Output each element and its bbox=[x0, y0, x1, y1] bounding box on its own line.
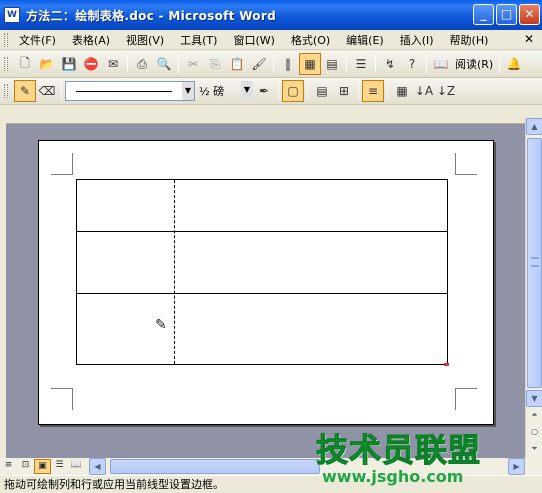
tables-borders-icon[interactable]: ▦ bbox=[299, 53, 321, 75]
menu-bar: 文件(F) 表格(A) 视图(V) 工具(T) 窗口(W) 格式(O) 编辑(E… bbox=[0, 30, 542, 50]
scroll-up-icon[interactable]: ▲ bbox=[526, 118, 542, 135]
watermark-main-text: 技术员联盟 bbox=[316, 431, 482, 470]
document-page[interactable]: ✎ bbox=[38, 140, 494, 425]
standard-toolbar: 🗋 📂 💾 ⛔ ✉ ⎙ 🔍 ✂ ⎘ 📋 🖌 ‖ ▦ ▤ ☰ ↯ ? 📖 阅读(R… bbox=[0, 51, 542, 78]
border-color-icon[interactable]: ✒ bbox=[253, 80, 275, 102]
open-icon[interactable]: 📂 bbox=[36, 53, 58, 75]
status-text: 拖动可绘制列和行或应用当前线型设置边框。 bbox=[4, 478, 224, 491]
table-row-border bbox=[77, 293, 447, 294]
email-icon[interactable]: ✉ bbox=[102, 53, 124, 75]
eraser-icon[interactable]: ⌫ bbox=[36, 80, 58, 102]
normal-view-icon[interactable]: ≡ bbox=[0, 459, 17, 474]
word-app-icon[interactable]: W bbox=[4, 7, 20, 23]
vertical-scrollbar[interactable]: ▲ ▼ ⏶ ○ ⏷ bbox=[525, 118, 542, 458]
format-painter-icon[interactable]: 🖌 bbox=[248, 53, 270, 75]
sort-ascending-icon[interactable]: ↓A bbox=[413, 80, 435, 102]
corner-mark bbox=[51, 388, 73, 410]
columns-icon[interactable]: ☰ bbox=[350, 53, 372, 75]
help-icon[interactable]: ? bbox=[401, 53, 423, 75]
previous-page-icon[interactable]: ⏶ bbox=[526, 407, 542, 424]
insert-table-icon[interactable]: ▤ bbox=[321, 53, 343, 75]
paste-icon[interactable]: 📋 bbox=[226, 53, 248, 75]
menu-table[interactable]: 表格(A) bbox=[67, 32, 115, 48]
menu-window[interactable]: 窗口(W) bbox=[228, 32, 279, 48]
horizontal-ruler bbox=[0, 118, 525, 124]
permission-icon[interactable]: ⛔ bbox=[80, 53, 102, 75]
toolbar2-grip-icon[interactable] bbox=[4, 84, 8, 98]
line-style-select[interactable]: ▼ bbox=[65, 81, 195, 101]
web-view-icon[interactable]: ⊡ bbox=[17, 459, 34, 474]
horizontal-scroll-thumb[interactable] bbox=[110, 459, 320, 474]
reading-view-icon[interactable]: 📖 bbox=[68, 459, 85, 474]
watermark-url: www.jsgho.com bbox=[322, 467, 464, 486]
scroll-down-icon[interactable]: ▼ bbox=[526, 390, 542, 407]
save-icon[interactable]: 💾 bbox=[58, 53, 80, 75]
reading-icon[interactable]: 📖 bbox=[430, 53, 452, 75]
next-page-icon[interactable]: ⏷ bbox=[526, 441, 542, 458]
end-cell-marker bbox=[444, 363, 449, 366]
print-layout-icon[interactable]: ▣ bbox=[34, 459, 51, 474]
menu-edit[interactable]: 编辑(E) bbox=[341, 32, 389, 48]
chevron-down-icon[interactable]: ▼ bbox=[182, 82, 194, 100]
window-title: 方法二：绘制表格.doc - Microsoft Word bbox=[26, 8, 276, 23]
line-weight-value: ½ 磅 bbox=[199, 85, 225, 98]
new-icon[interactable]: 🗋 bbox=[14, 53, 36, 75]
outline-view-icon[interactable]: ☰ bbox=[51, 459, 68, 474]
cut-icon[interactable]: ✂ bbox=[182, 53, 204, 75]
minimize-button[interactable]: _ bbox=[473, 4, 494, 25]
vertical-scroll-thumb[interactable] bbox=[527, 138, 542, 388]
chevron-down-icon[interactable]: ▼ bbox=[241, 81, 253, 99]
close-document-icon[interactable]: ✕ bbox=[524, 32, 534, 46]
vertical-ruler bbox=[0, 118, 6, 458]
title-bar: W 方法二：绘制表格.doc - Microsoft Word _ □ ✕ bbox=[0, 0, 542, 30]
sort-descending-icon[interactable]: ↓Z bbox=[435, 80, 457, 102]
line-weight-select[interactable]: ½ 磅 ▼ bbox=[195, 81, 253, 101]
menu-tools[interactable]: 工具(T) bbox=[175, 32, 222, 48]
corner-mark bbox=[455, 388, 477, 410]
insert-table-menu-icon[interactable]: ▤ bbox=[311, 80, 333, 102]
select-browse-object-icon[interactable]: ○ bbox=[526, 424, 542, 441]
toolbar-grip-icon[interactable] bbox=[4, 57, 8, 71]
show-hide-icon[interactable]: ‖ bbox=[277, 53, 299, 75]
column-guide-line bbox=[174, 180, 175, 364]
align-icon[interactable]: ≡ bbox=[362, 80, 384, 102]
copy-icon[interactable]: ⎘ bbox=[204, 53, 226, 75]
drawing-icon[interactable]: ↯ bbox=[379, 53, 401, 75]
menu-file[interactable]: 文件(F) bbox=[14, 32, 61, 48]
draw-table-icon[interactable]: ✎ bbox=[14, 80, 36, 102]
corner-mark bbox=[455, 153, 477, 175]
menu-insert[interactable]: 插入(I) bbox=[395, 32, 439, 48]
watermark-logo: 技术员联盟 www.jsgho.com bbox=[316, 425, 516, 487]
pencil-cursor-icon: ✎ bbox=[155, 317, 167, 333]
menu-format[interactable]: 格式(O) bbox=[286, 32, 335, 48]
menu-help[interactable]: 帮助(H) bbox=[445, 32, 494, 48]
menubar-grip-icon[interactable] bbox=[4, 32, 8, 47]
print-preview-icon[interactable]: 🔍 bbox=[153, 53, 175, 75]
close-button[interactable]: ✕ bbox=[519, 4, 540, 25]
corner-mark bbox=[51, 153, 73, 175]
outside-border-icon[interactable]: ▢ bbox=[282, 80, 304, 102]
merge-cells-icon[interactable]: ⊞ bbox=[333, 80, 355, 102]
reading-layout-button[interactable]: 阅读(R) bbox=[452, 56, 496, 72]
research-icon[interactable]: 🔔 bbox=[503, 53, 525, 75]
scroll-left-icon[interactable]: ◀ bbox=[89, 458, 106, 475]
autoformat-icon[interactable]: ▦ bbox=[391, 80, 413, 102]
menu-view[interactable]: 视图(V) bbox=[121, 32, 169, 48]
table-row-border bbox=[77, 231, 447, 232]
tables-borders-toolbar: ✎ ⌫ ▼ ½ 磅 ▼ ✒ ▢ ▤ ⊞ ≡ ▦ ↓A ↓Z bbox=[0, 78, 542, 105]
print-icon[interactable]: ⎙ bbox=[131, 53, 153, 75]
maximize-button[interactable]: □ bbox=[496, 4, 517, 25]
drawn-table[interactable] bbox=[76, 179, 448, 365]
